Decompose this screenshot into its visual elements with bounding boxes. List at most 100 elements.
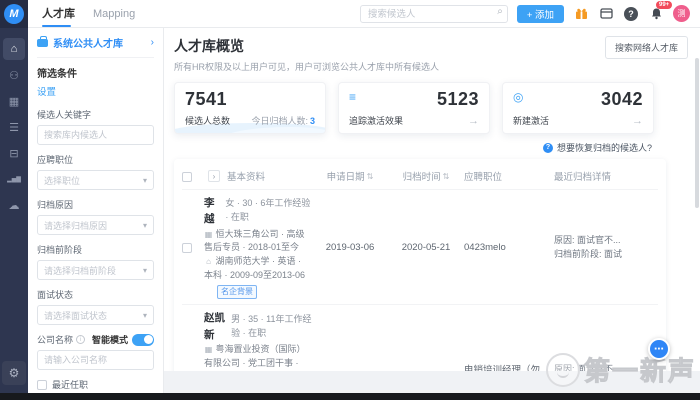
filter-position: 应聘职位 选择职位 ▾ [37,153,154,190]
main-content: 人才库概览 所有HR权限及以上用户可见，用户可浏览公共人才库中所有候选人 搜索网… [164,28,700,393]
stat-value: 7541 [185,89,315,110]
chat-bubble-button[interactable]: ⋯ [648,338,670,360]
filter-archive-reason: 归档原因 请选择归档原因 ▾ [37,198,154,235]
recent-job-checkbox[interactable] [37,380,47,390]
col-archive-time[interactable]: 归档时间 [403,169,441,183]
smart-mode-toggle[interactable] [132,334,154,346]
scrollbar-thumb[interactable] [695,58,699,208]
library-briefcase-icon [37,39,48,47]
caret-down-icon: ▾ [143,311,147,320]
users-icon[interactable]: ⚇ [3,64,25,86]
page-title: 人才库概览 [174,36,439,56]
filter-keyword: 候选人关键字 [37,108,154,145]
caret-down-icon: ▾ [143,176,147,185]
company-input[interactable] [44,355,147,365]
filter-interview-status: 面试状态 请选择面试状态 ▾ [37,288,154,325]
col-apply-date[interactable]: 申请日期 [327,169,365,183]
pre-archive-stage-select[interactable]: 请选择归档前阶段 ▾ [37,260,154,280]
sort-icon[interactable]: ⇅ [443,172,450,181]
arrow-right-icon[interactable]: → [468,115,479,127]
list-icon[interactable]: ☰ [3,116,25,138]
candidate-name[interactable]: 赵凯新 [204,310,226,343]
candidate-tag: 名企背景 [217,285,257,299]
workbench-icon[interactable] [598,6,614,22]
filter-company: 公司名称 i 智能模式 [37,333,154,370]
candidate-meta: 男 · 35 · 11年工作经验 · 在职 [231,313,312,341]
stat-card-total[interactable]: 7541 候选人总数 今日归档人数:3 [174,82,326,134]
stat-label: 候选人总数 [185,114,230,127]
expand-all-icon[interactable]: › [208,170,220,182]
stat-card-tracking[interactable]: ≡ 5123 追踪激活效果 → [338,82,490,134]
candidate-education: 湖南师范大学 · 英语 · 本科 · 2009-09至2013-06 [204,256,305,280]
today-archived: 今日归档人数:3 [251,114,315,127]
row-checkbox[interactable] [182,243,192,253]
col-basic-info: 基本资料 [227,169,265,183]
interview-status-select[interactable]: 请选择面试状态 ▾ [37,305,154,325]
calendar-icon[interactable]: ▦ [3,90,25,112]
apply-date: 2019-03-06 [312,242,388,253]
company-icon: ▦ [204,344,213,356]
candidate-row[interactable]: 李越 女 · 30 · 6年工作经验 · 在职 ▦ 恒大珠三角公司 · 高级售后… [182,190,658,305]
app-logo[interactable]: M [0,0,28,28]
candidate-table: › 基本资料 申请日期 ⇅ 归档时间 ⇅ 应聘职位 最近归档详情 [174,159,666,393]
company-icon: ▦ [204,229,213,241]
tab-talent-pool[interactable]: 人才库 [42,0,75,28]
stat-cards: 7541 候选人总数 今日归档人数:3 ≡ 5123 追踪激活效果 → [174,82,688,134]
library-switcher[interactable]: 系统公共人才库 › [37,35,154,58]
global-search: ⌕ [360,4,508,24]
stat-value: 5123 [437,89,479,110]
settings-gear-icon[interactable]: ⚙ [2,361,26,385]
filter-settings-link[interactable]: 设置 [37,84,56,98]
stat-label: 新建激活 [513,114,549,127]
top-nav-tabs: 人才库 Mapping [42,0,135,28]
user-avatar[interactable]: 测 [673,5,690,22]
col-archive-detail: 最近归档详情 [554,169,611,183]
app-window: M 人才库 Mapping ⌕ + 添加 ? 99+ [0,0,700,400]
topbar: M 人才库 Mapping ⌕ + 添加 ? 99+ [0,0,700,28]
smart-mode-label: 智能模式 [92,333,128,346]
briefcase-icon[interactable]: ⊟ [3,142,25,164]
layers-icon: ≡ [349,91,356,103]
applied-position: 0423melo [464,242,554,253]
help-icon[interactable]: ? [623,6,639,22]
gift-icon[interactable] [573,6,589,22]
archive-reason-select[interactable]: 请选择归档原因 ▾ [37,215,154,235]
notifications-bell-icon[interactable]: 99+ [648,6,664,22]
global-search-input[interactable] [360,5,508,23]
sort-icon[interactable]: ⇅ [367,172,374,181]
select-all-checkbox[interactable] [182,172,192,182]
icon-rail: ⌂ ⚇ ▦ ☰ ⊟ ▂▅▇ ☁ ⚙ [0,28,28,393]
arrow-right-icon[interactable]: → [632,115,643,127]
library-title: 系统公共人才库 [53,35,146,50]
analytics-icon[interactable]: ▂▅▇ [3,168,25,190]
notification-badge: 99+ [656,1,672,9]
tab-mapping[interactable]: Mapping [93,0,135,28]
stat-card-new-activation[interactable]: ◎ 3042 新建激活 → [502,82,654,134]
restore-archived-row: ? 想要恢复归档的候选人? [174,141,652,154]
cloud-icon[interactable]: ☁ [3,194,25,216]
keyword-input[interactable] [44,130,147,140]
overview-header: 人才库概览 所有HR权限及以上用户可见，用户可浏览公共人才库中所有候选人 搜索网… [174,36,688,73]
page-subtitle: 所有HR权限及以上用户可见，用户可浏览公共人才库中所有候选人 [174,60,439,73]
filter-pre-archive-stage: 归档前阶段 请选择归档前阶段 ▾ [37,243,154,280]
target-icon: ◎ [513,91,523,103]
question-icon: ? [543,143,553,153]
topbar-actions: ⌕ + 添加 ? 99+ 测 [360,4,700,24]
info-icon: i [76,335,85,344]
search-icon: ⌕ [497,6,503,17]
bottom-bar [0,393,700,400]
footer-strip [164,371,700,393]
restore-archived-link[interactable]: 想要恢复归档的候选人? [557,141,652,154]
table-header-row: › 基本资料 申请日期 ⇅ 归档时间 ⇅ 应聘职位 最近归档详情 [182,163,658,190]
chevron-right-icon: › [151,37,154,48]
position-select[interactable]: 选择职位 ▾ [37,170,154,190]
caret-down-icon: ▾ [143,266,147,275]
candidate-name[interactable]: 李越 [204,195,220,228]
add-button[interactable]: + 添加 [517,5,564,23]
search-network-pool-button[interactable]: 搜索网络人才库 [605,36,688,59]
education-icon: ⌂ [204,256,213,268]
recent-job-filter: 最近任职 [37,378,154,391]
home-icon[interactable]: ⌂ [3,38,25,60]
logo-icon: M [4,4,24,24]
filter-section-title: 筛选条件 [37,65,154,80]
